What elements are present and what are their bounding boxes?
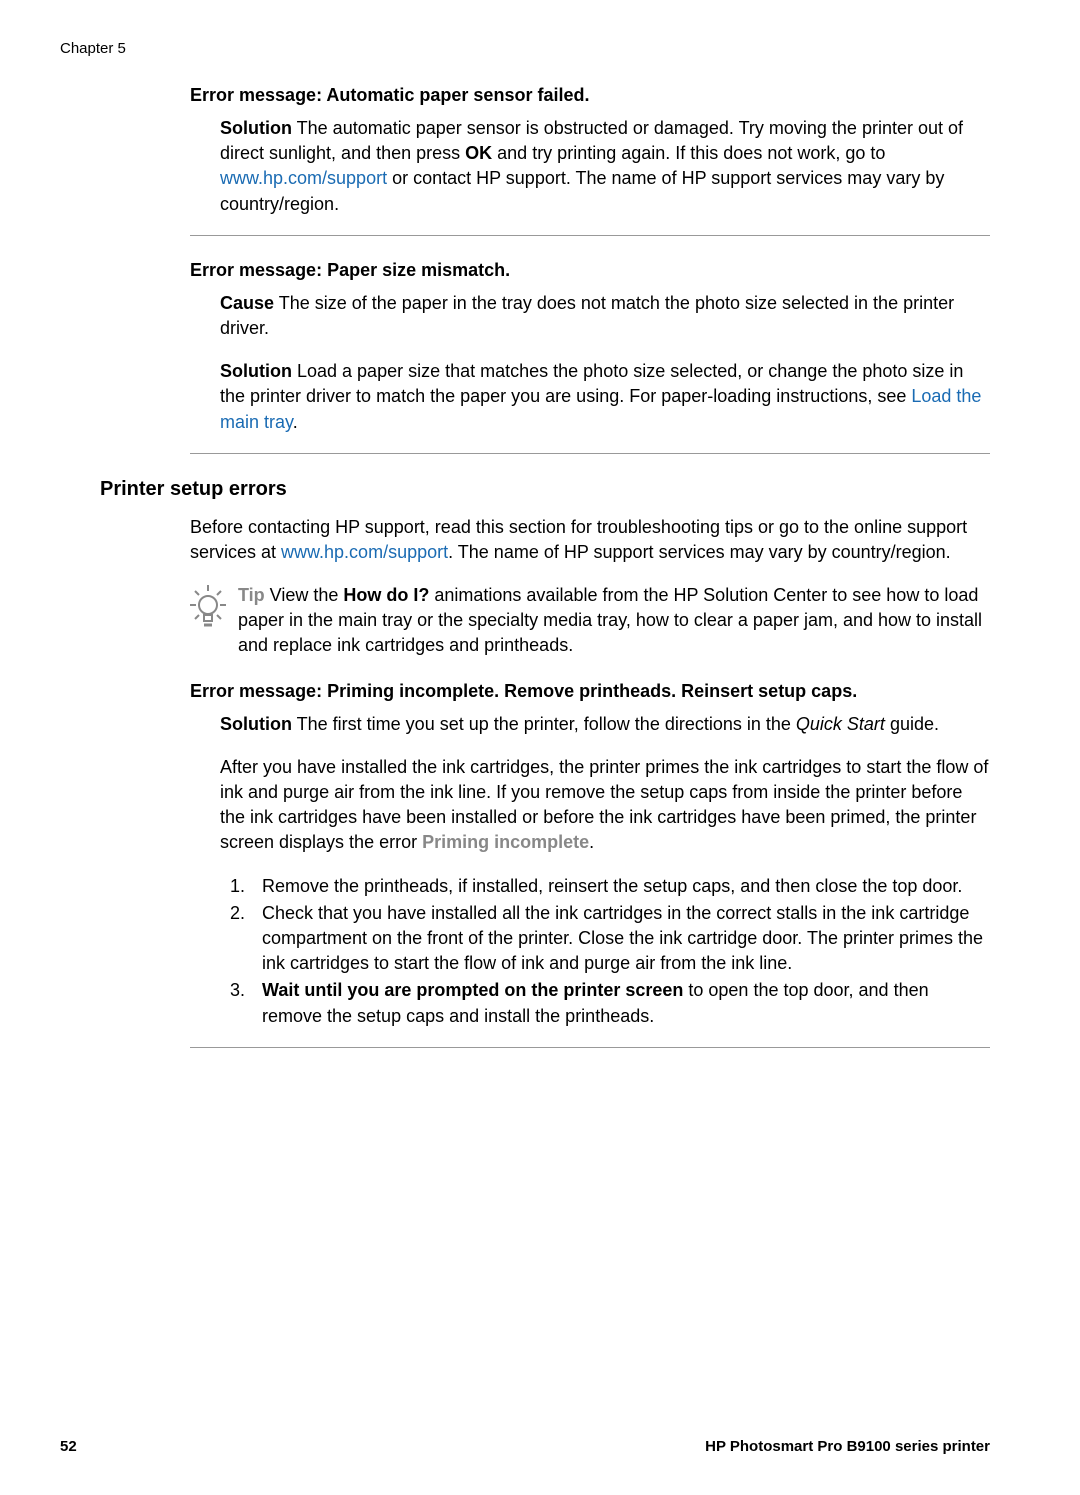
priming-incomplete: Priming incomplete	[422, 832, 589, 852]
text: and try printing again. If this does not…	[492, 143, 885, 163]
divider	[190, 1047, 990, 1048]
error2-cause: Cause The size of the paper in the tray …	[220, 291, 990, 341]
error3-para2: After you have installed the ink cartrid…	[220, 755, 990, 856]
error1-body: Solution The automatic paper sensor is o…	[220, 116, 990, 217]
support-link[interactable]: www.hp.com/support	[220, 168, 387, 188]
section-body: Before contacting HP support, read this …	[190, 515, 990, 565]
text: . The name of HP support services may va…	[448, 542, 951, 562]
step3-bold: Wait until you are prompted on the print…	[262, 980, 683, 1000]
ok-text: OK	[465, 143, 492, 163]
cause-label: Cause	[220, 293, 274, 313]
error2-heading: Error message: Paper size mismatch.	[190, 260, 990, 281]
step-2: Check that you have installed all the in…	[250, 901, 990, 977]
chapter-label: Chapter 5	[60, 40, 990, 57]
text: The size of the paper in the tray does n…	[220, 293, 954, 338]
page-number: 52	[60, 1438, 77, 1455]
tip-text: Tip View the How do I? animations availa…	[238, 583, 990, 659]
text: Load a paper size that matches the photo…	[220, 361, 963, 406]
solution-label: Solution	[220, 714, 292, 734]
error1-heading: Error message: Automatic paper sensor fa…	[190, 85, 990, 106]
text: .	[293, 412, 298, 432]
text: .	[589, 832, 594, 852]
lightbulb-icon	[190, 585, 226, 633]
error3-heading: Error message: Priming incomplete. Remov…	[190, 681, 990, 702]
support-link[interactable]: www.hp.com/support	[281, 542, 448, 562]
section-heading: Printer setup errors	[100, 478, 990, 501]
solution-label: Solution	[220, 118, 292, 138]
step-1: Remove the printheads, if installed, rei…	[250, 874, 990, 899]
error3-steps: Remove the printheads, if installed, rei…	[220, 874, 990, 1029]
footer: 52 HP Photosmart Pro B9100 series printe…	[60, 1438, 990, 1455]
text: guide.	[885, 714, 939, 734]
error3-solution: Solution The first time you set up the p…	[220, 712, 990, 737]
error2-solution: Solution Load a paper size that matches …	[220, 359, 990, 435]
text: The first time you set up the printer, f…	[292, 714, 796, 734]
divider	[190, 235, 990, 236]
step-3: Wait until you are prompted on the print…	[250, 978, 990, 1028]
tip-block: Tip View the How do I? animations availa…	[190, 583, 990, 659]
tip-label: Tip	[238, 585, 265, 605]
solution-label: Solution	[220, 361, 292, 381]
divider	[190, 453, 990, 454]
text: View the	[265, 585, 344, 605]
quick-start: Quick Start	[796, 714, 885, 734]
footer-title: HP Photosmart Pro B9100 series printer	[705, 1438, 990, 1455]
how-do-i: How do I?	[343, 585, 429, 605]
text: After you have installed the ink cartrid…	[220, 757, 988, 853]
